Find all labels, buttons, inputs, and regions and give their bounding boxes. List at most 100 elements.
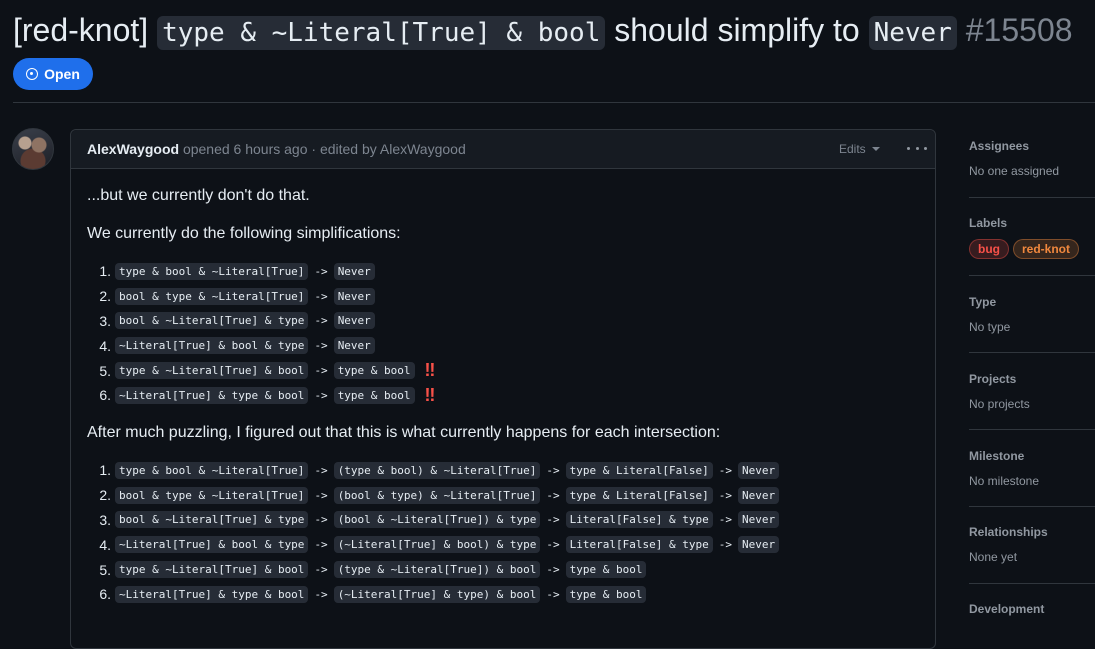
- arrow-text: ->: [314, 563, 328, 577]
- sidebar-divider: [969, 506, 1095, 507]
- code-span: (type & ~Literal[True]) & bool: [333, 561, 541, 579]
- milestone-title[interactable]: Milestone: [969, 449, 1095, 463]
- intersections-list: 1. type & bool & ~Literal[True] -> (type & …: [87, 458, 780, 607]
- code-span: type & Literal[False]: [565, 486, 713, 504]
- avatar[interactable]: [12, 128, 54, 170]
- state-label: Open: [44, 66, 80, 82]
- sidebar-divider: [969, 275, 1095, 276]
- header-divider: [13, 102, 1095, 103]
- sidebar-milestone: Milestone No milestone: [969, 449, 1095, 488]
- title-code: type & ~Literal[True] & bool: [157, 16, 606, 50]
- sidebar-divider: [969, 429, 1095, 430]
- comment-meta: AlexWaygood opened 6 hours ago · edited …: [87, 141, 466, 157]
- code-span: Never: [333, 312, 375, 330]
- list-index: 6.: [99, 586, 111, 603]
- list-index: 5.: [99, 561, 111, 578]
- projects-value: No projects: [969, 397, 1030, 411]
- code-span: Never: [333, 287, 375, 305]
- sidebar-divider: [969, 197, 1095, 198]
- edits-dropdown[interactable]: Edits: [839, 142, 880, 156]
- list-item: 1. type & bool & ~Literal[True] -> Never: [87, 259, 432, 284]
- arrow-text: ->: [314, 314, 328, 328]
- edits-label: Edits: [839, 142, 866, 156]
- sidebar-assignees: Assignees No one assigned: [969, 139, 1095, 178]
- issue-open-icon: [26, 68, 39, 80]
- arrow-text: ->: [546, 587, 560, 601]
- opened-time[interactable]: opened 6 hours ago: [183, 141, 308, 157]
- projects-title[interactable]: Projects: [969, 372, 1095, 386]
- code-span: type & bool: [333, 386, 415, 404]
- list-item: 3. bool & ~Literal[True] & type -> Never: [87, 309, 432, 334]
- assignees-title[interactable]: Assignees: [969, 139, 1095, 153]
- arrow-text: ->: [546, 488, 560, 502]
- type-value: No type: [969, 320, 1011, 334]
- list-item: 2. bool & type & ~Literal[True] -> Never: [87, 284, 432, 309]
- labels-title[interactable]: Labels: [969, 216, 1095, 230]
- labels-list: bug red-knot: [969, 239, 1095, 259]
- arrow-text: ->: [314, 264, 328, 278]
- code-span: bool & ~Literal[True] & type: [115, 312, 309, 330]
- list-index: 4.: [99, 536, 111, 553]
- code-span: (~Literal[True] & type) & bool: [333, 585, 541, 603]
- sidebar-labels: Labels bug red-knot: [969, 216, 1095, 259]
- code-span: bool & type & ~Literal[True]: [115, 486, 309, 504]
- code-span: type & bool: [565, 585, 647, 603]
- code-span: Never: [737, 536, 780, 554]
- title-prefix: [red-knot]: [13, 12, 149, 48]
- issue-comment: AlexWaygood opened 6 hours ago · edited …: [70, 129, 936, 649]
- arrow-text: ->: [718, 538, 732, 552]
- code-span: Never: [333, 337, 375, 355]
- double-exclamation-icon: ‼: [424, 384, 436, 405]
- kebab-menu-icon[interactable]: [907, 140, 927, 156]
- arrow-text: ->: [718, 513, 732, 527]
- code-span: ~Literal[True] & bool & type: [115, 536, 309, 554]
- code-span: Never: [737, 461, 780, 479]
- arrow-text: ->: [314, 587, 328, 601]
- list-index: 2.: [99, 487, 111, 504]
- code-span: bool & ~Literal[True] & type: [115, 511, 309, 529]
- double-exclamation-icon: ‼: [424, 360, 436, 381]
- list-item: 1. type & bool & ~Literal[True] -> (type & …: [87, 458, 780, 483]
- code-span: type & bool: [333, 362, 415, 380]
- code-span: type & bool & ~Literal[True]: [115, 262, 309, 280]
- code-span: type & ~Literal[True] & bool: [115, 362, 309, 380]
- simplifications-list: 1. type & bool & ~Literal[True] -> Never 2. b…: [87, 259, 436, 408]
- author-link[interactable]: AlexWaygood: [87, 141, 179, 157]
- type-title[interactable]: Type: [969, 295, 1095, 309]
- list-index: 6.: [99, 387, 111, 404]
- development-title[interactable]: Development: [969, 602, 1095, 616]
- list-index: 2.: [99, 288, 111, 305]
- list-item: 3. bool & ~Literal[True] & type -> (bool & …: [87, 508, 780, 533]
- code-span: type & bool: [565, 561, 647, 579]
- code-span: ~Literal[True] & type & bool: [115, 585, 309, 603]
- code-span: (bool & type) & ~Literal[True]: [333, 486, 541, 504]
- code-span: (type & bool) & ~Literal[True]: [333, 461, 541, 479]
- list-item: 2. bool & type & ~Literal[True] -> (bool & …: [87, 483, 780, 508]
- arrow-text: ->: [314, 364, 328, 378]
- arrow-text: ->: [718, 488, 732, 502]
- comment-paragraph-2: We currently do the following simplifica…: [87, 225, 401, 242]
- relationships-value: None yet: [969, 550, 1018, 564]
- label-bug[interactable]: bug: [969, 239, 1009, 259]
- code-span: ~Literal[True] & bool & type: [115, 337, 309, 355]
- relationships-title[interactable]: Relationships: [969, 525, 1095, 539]
- arrow-text: ->: [314, 513, 328, 527]
- code-span: Literal[False] & type: [565, 536, 713, 554]
- comment-paragraph-1: ...but we currently don't do that.: [87, 187, 310, 204]
- code-span: type & Literal[False]: [565, 461, 713, 479]
- arrow-text: ->: [314, 339, 328, 353]
- title-code-never: Never: [868, 16, 957, 50]
- list-index: 1.: [99, 263, 111, 280]
- list-item: 5. type & ~Literal[True] & bool -> type & b…: [87, 358, 436, 383]
- label-red-knot[interactable]: red-knot: [1013, 239, 1079, 259]
- list-item: 6. ~Literal[True] & type & bool -> (~Litera…: [87, 582, 779, 607]
- sidebar-projects: Projects No projects: [969, 372, 1095, 411]
- list-item: 4. ~Literal[True] & bool & type -> (~Litera…: [87, 532, 780, 557]
- code-span: Never: [737, 486, 780, 504]
- sidebar-relationships: Relationships None yet: [969, 525, 1095, 564]
- code-span: bool & type & ~Literal[True]: [115, 287, 309, 305]
- sidebar-divider: [969, 583, 1095, 584]
- code-span: type & ~Literal[True] & bool: [115, 561, 309, 579]
- code-span: ~Literal[True] & type & bool: [115, 386, 309, 404]
- issue-title: [red-knot] type & ~Literal[True] & bool …: [13, 8, 1095, 55]
